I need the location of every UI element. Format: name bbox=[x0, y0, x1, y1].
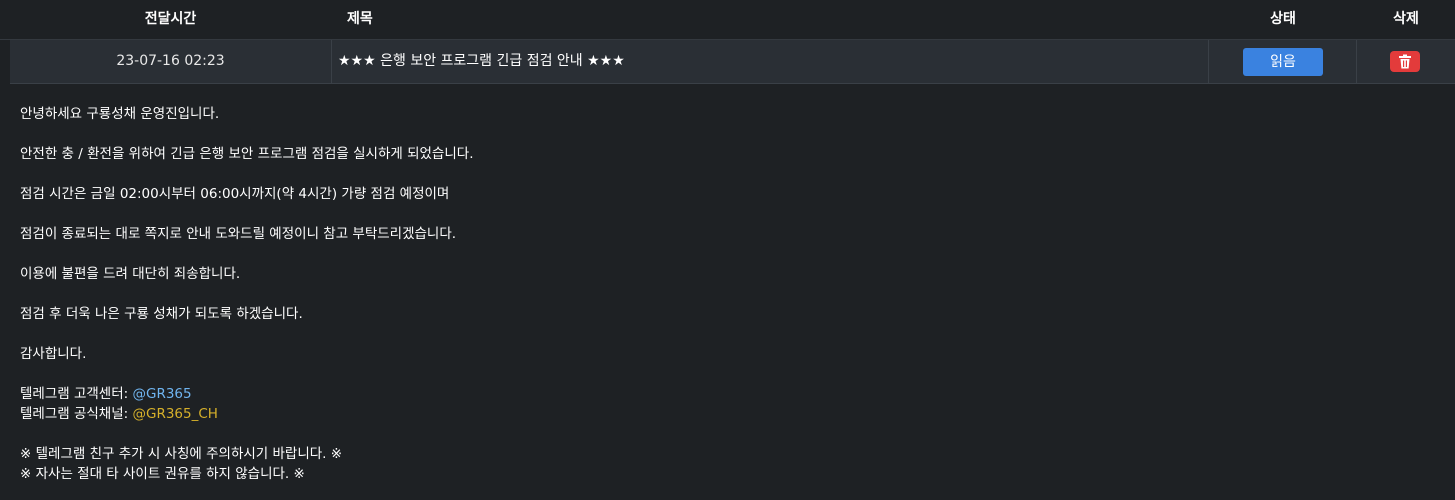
row-delete bbox=[1357, 40, 1455, 83]
header-delete: 삭제 bbox=[1393, 11, 1419, 27]
message-greeting: 안녕하세요 구룡성채 운영진입니다. bbox=[20, 106, 220, 122]
row-title[interactable]: ★★★ 은행 보안 프로그램 긴급 점검 안내 ★★★ bbox=[332, 40, 1209, 83]
support-line: 텔레그램 고객센터: @GR365 bbox=[20, 384, 1440, 404]
trash-icon bbox=[1399, 54, 1411, 69]
row-status: 읽음 bbox=[1210, 40, 1357, 83]
header-status: 상태 bbox=[1270, 11, 1296, 27]
message-closing: 감사합니다. bbox=[20, 346, 87, 362]
delete-button[interactable] bbox=[1390, 51, 1420, 72]
channel-handle-link[interactable]: @GR365_CH bbox=[133, 406, 218, 422]
message-line: 안전한 충 / 환전을 위하여 긴급 은행 보안 프로그램 점검을 실시하게 되… bbox=[20, 146, 474, 162]
message-view: 전달시간 제목 상태 삭제 23-07-16 02:23 ★★★ 은행 보안 프… bbox=[0, 0, 1455, 500]
table-header: 전달시간 제목 상태 삭제 bbox=[0, 0, 1455, 40]
channel-line: 텔레그램 공식채널: @GR365_CH bbox=[20, 404, 1440, 424]
read-button[interactable]: 읽음 bbox=[1243, 48, 1323, 76]
message-line: 점검 후 더욱 나은 구룡 성채가 되도록 하겠습니다. bbox=[20, 306, 303, 322]
message-body: 안녕하세요 구룡성채 운영진입니다. 안전한 충 / 환전을 위하여 긴급 은행… bbox=[20, 104, 1440, 484]
notice-line: ※ 텔레그램 친구 추가 시 사칭에 주의하시기 바랍니다. ※ bbox=[20, 446, 343, 462]
message-line: 점검 시간은 금일 02:00시부터 06:00시까지(약 4시간) 가량 점검… bbox=[20, 186, 450, 202]
message-line: 점검이 종료되는 대로 쪽지로 안내 도와드릴 예정이니 참고 부탁드리겠습니다… bbox=[20, 226, 457, 242]
channel-label: 텔레그램 공식채널: bbox=[20, 406, 133, 422]
header-time: 전달시간 bbox=[144, 11, 197, 27]
support-handle-link[interactable]: @GR365 bbox=[133, 386, 192, 402]
table-row[interactable]: 23-07-16 02:23 ★★★ 은행 보안 프로그램 긴급 점검 안내 ★… bbox=[10, 40, 1455, 84]
notice-line: ※ 자사는 절대 타 사이트 권유를 하지 않습니다. ※ bbox=[20, 466, 305, 482]
support-label: 텔레그램 고객센터: bbox=[20, 386, 133, 402]
header-title: 제목 bbox=[347, 11, 373, 27]
message-line: 이용에 불편을 드려 대단히 죄송합니다. bbox=[20, 266, 241, 282]
row-time: 23-07-16 02:23 bbox=[10, 40, 332, 83]
